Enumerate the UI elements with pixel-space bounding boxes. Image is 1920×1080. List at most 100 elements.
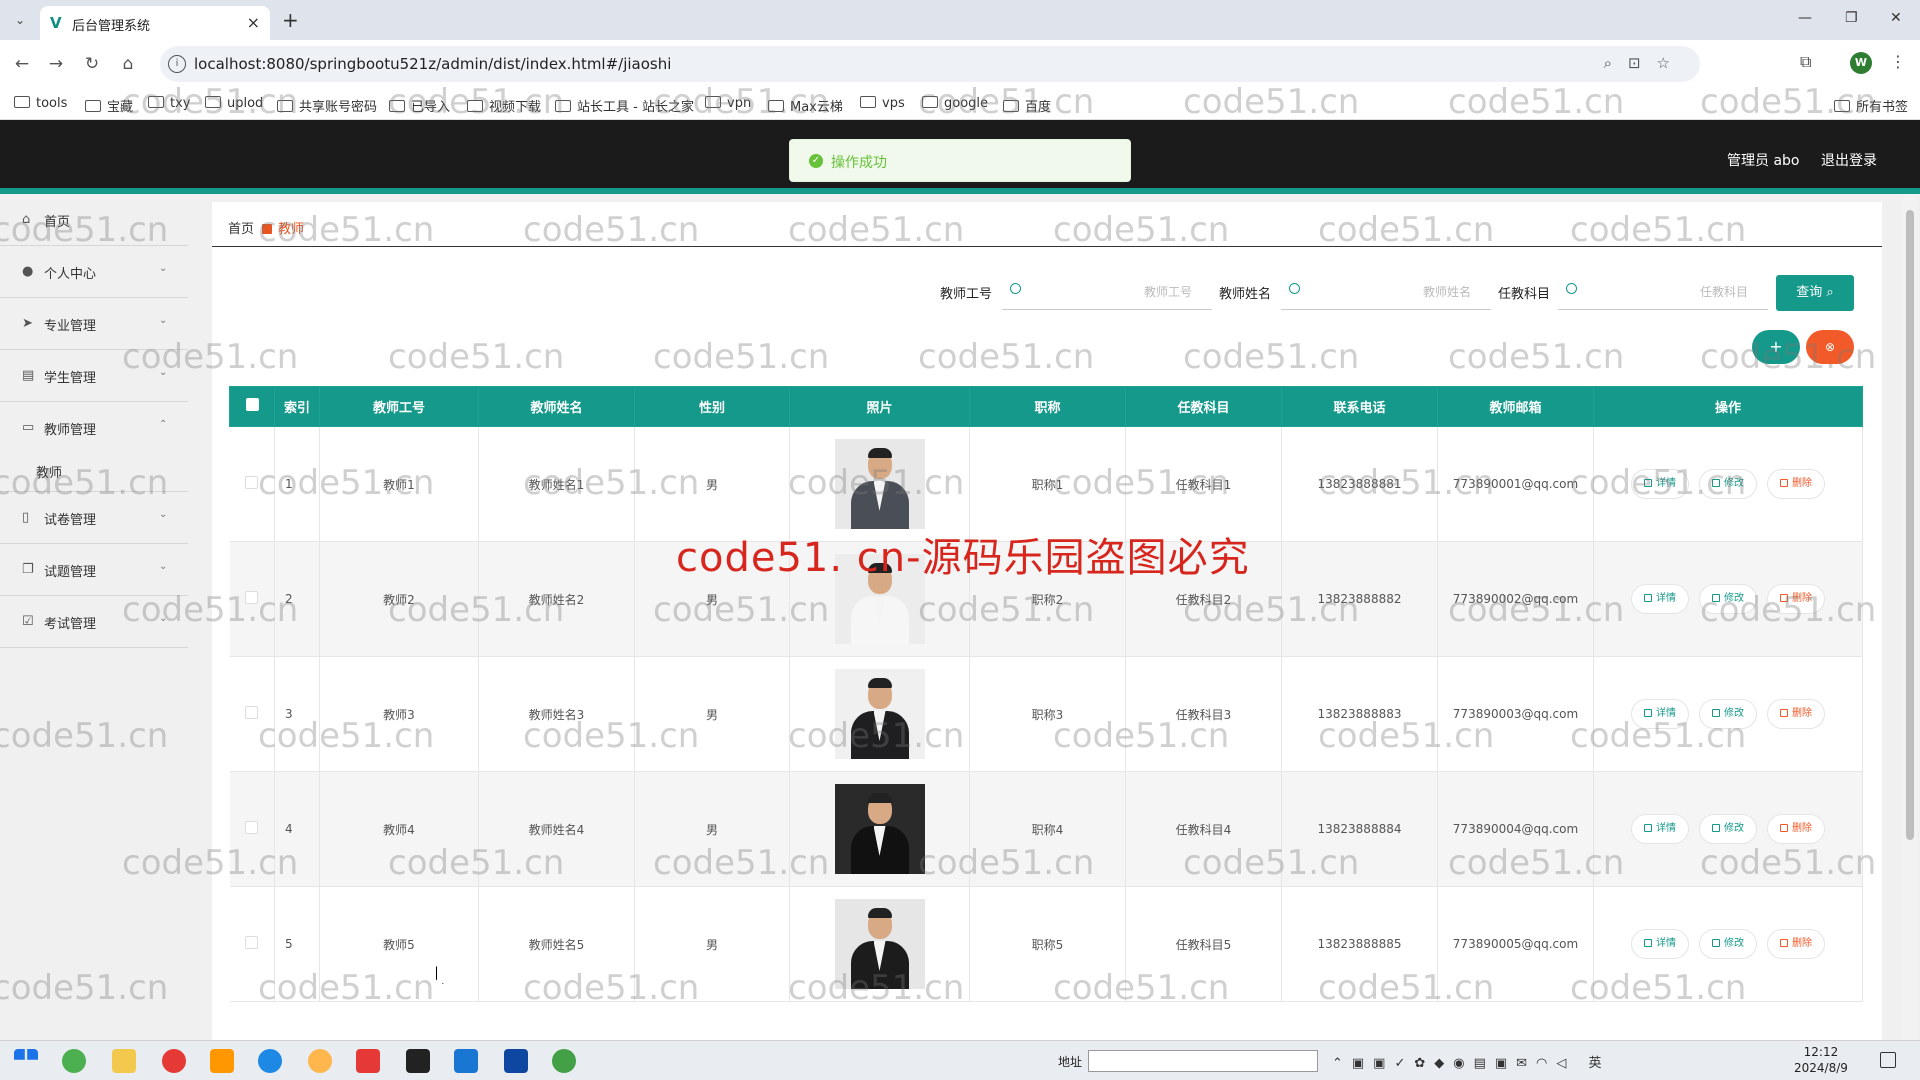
detail-button[interactable]: 详情 — [1631, 814, 1689, 844]
bookmark-item[interactable]: vps — [860, 96, 905, 111]
search-input-teacher-id[interactable] — [1002, 274, 1212, 310]
taskbar-address-input[interactable] — [1088, 1050, 1318, 1072]
bookmark-item[interactable]: 宝藏 — [85, 96, 133, 115]
search-field-teacher-id[interactable] — [1030, 282, 1192, 302]
bookmark-item[interactable]: Max云梯 — [768, 96, 843, 115]
minimize-icon[interactable]: — — [1798, 10, 1812, 26]
breadcrumb-home[interactable]: 首页 — [228, 222, 254, 237]
column-header: 任教科目 — [1125, 386, 1282, 427]
url-action-icons[interactable]: ⌕⊡☆ — [1604, 54, 1686, 72]
query-button[interactable]: 查询 ⌕ — [1776, 275, 1854, 311]
cell-teacher-name: 教师姓名2 — [478, 541, 635, 657]
checkbox-icon[interactable] — [245, 398, 259, 411]
search-field-teacher-name[interactable] — [1309, 282, 1471, 302]
back-icon[interactable]: ← — [10, 52, 34, 76]
detail-button[interactable]: 详情 — [1631, 469, 1689, 499]
bookmark-item[interactable]: 站长工具 - 站长之家 — [555, 96, 694, 115]
search-field-subject[interactable] — [1586, 282, 1748, 302]
delete-button[interactable]: 删除 — [1767, 814, 1825, 844]
bookmark-item[interactable]: 已导入 — [389, 96, 450, 115]
bookmark-item[interactable]: google — [922, 96, 988, 111]
row-checkbox[interactable] — [245, 476, 259, 489]
edit-button[interactable]: 修改 — [1699, 584, 1757, 614]
url-input[interactable]: i localhost:8080/springbootu521z/admin/d… — [160, 46, 1700, 82]
wechat-icon[interactable] — [552, 1049, 576, 1073]
select-all-checkbox[interactable] — [229, 386, 275, 427]
reload-icon[interactable]: ↻ — [80, 52, 104, 76]
sidebar-item-home[interactable]: ⌂ 首页 — [0, 194, 188, 246]
browser-app-icon[interactable] — [62, 1049, 86, 1073]
detail-button[interactable]: 详情 — [1631, 699, 1689, 729]
row-checkbox-cell[interactable] — [229, 771, 275, 887]
sidebar-item-profile[interactable]: ● 个人中心 ⌄ — [0, 246, 188, 298]
forward-icon[interactable]: → — [44, 52, 68, 76]
edit-button[interactable]: 修改 — [1699, 469, 1757, 499]
vscode-icon[interactable] — [504, 1049, 528, 1073]
bookmark-item[interactable]: tools — [14, 96, 67, 111]
add-button[interactable]: + — [1752, 330, 1800, 364]
sidebar-subitem-teacher[interactable]: 教师 — [0, 448, 188, 492]
sidebar-item-major[interactable]: ➤ 专业管理 ⌄ — [0, 298, 188, 350]
edge-icon[interactable] — [258, 1049, 282, 1073]
logout-link[interactable]: 退出登录 — [1821, 150, 1877, 170]
edit-button[interactable]: 修改 — [1699, 814, 1757, 844]
home-icon[interactable]: ⌂ — [116, 52, 140, 76]
sidebar-item-questions[interactable]: ❐ 试题管理 ⌄ — [0, 544, 188, 596]
batch-delete-button[interactable]: ⊗ — [1806, 330, 1854, 364]
sublime-icon[interactable] — [210, 1049, 234, 1073]
bookmark-item[interactable]: 百度 — [1003, 96, 1051, 115]
browser-menu-icon[interactable]: ⋮ — [1890, 52, 1906, 71]
system-tray-icons[interactable]: ⌃▣▣✓✿◆◉▤▣✉◠◁ 英 — [1332, 1052, 1611, 1071]
profile-avatar[interactable]: W — [1850, 52, 1872, 74]
row-checkbox[interactable] — [245, 936, 259, 949]
delete-button[interactable]: 删除 — [1767, 929, 1825, 959]
browser-tab-active[interactable]: V 后台管理系统 × — [40, 6, 270, 40]
page-scrollbar-thumb[interactable] — [1906, 210, 1914, 840]
row-checkbox-cell[interactable] — [229, 426, 275, 542]
search-input-subject[interactable] — [1558, 274, 1768, 310]
detail-button[interactable]: 详情 — [1631, 584, 1689, 614]
close-window-icon[interactable]: ✕ — [1890, 10, 1902, 26]
editor-icon[interactable] — [454, 1049, 478, 1073]
notification-icon[interactable] — [1880, 1052, 1896, 1068]
delete-button[interactable]: 删除 — [1767, 469, 1825, 499]
bookmark-item[interactable]: uplod — [205, 96, 263, 111]
sidebar-item-exams[interactable]: ☑ 考试管理 ⌄ — [0, 596, 188, 648]
wps-icon[interactable] — [356, 1049, 380, 1073]
sidebar-item-students[interactable]: ▤ 学生管理 ⌄ — [0, 350, 188, 402]
new-tab-icon[interactable]: + — [282, 8, 299, 32]
row-checkbox-cell[interactable] — [229, 886, 275, 1002]
row-checkbox[interactable] — [245, 821, 259, 834]
row-checkbox[interactable] — [245, 706, 259, 719]
column-header: 教师工号 — [319, 386, 479, 427]
detail-button[interactable]: 详情 — [1631, 929, 1689, 959]
app-icon[interactable] — [308, 1049, 332, 1073]
restore-icon[interactable]: ❐ — [1845, 10, 1858, 26]
delete-button[interactable]: 删除 — [1767, 584, 1825, 614]
intellij-icon[interactable] — [406, 1049, 430, 1073]
sidebar-item-papers[interactable]: ▯ 试卷管理 ⌄ — [0, 492, 188, 544]
row-checkbox-cell[interactable] — [229, 656, 275, 772]
file-explorer-icon[interactable] — [112, 1049, 136, 1073]
tab-close-icon[interactable]: × — [247, 13, 260, 32]
bookmark-item[interactable]: 视频下载 — [467, 96, 541, 115]
bookmark-item[interactable]: 共享账号密码 — [277, 96, 377, 115]
sidebar-item-teachers[interactable]: ▭ 教师管理 ⌃ — [0, 402, 188, 454]
ime-indicator[interactable]: 英 — [1589, 1056, 1611, 1071]
bookmark-item[interactable]: txy — [148, 96, 190, 111]
row-checkbox[interactable] — [245, 591, 259, 604]
chrome-icon[interactable] — [162, 1049, 186, 1073]
tab-search-dropdown-icon[interactable]: ⌄ — [8, 8, 32, 32]
row-checkbox-cell[interactable] — [229, 541, 275, 657]
start-icon[interactable] — [14, 1049, 38, 1060]
cell-email: 773890001@qq.com — [1437, 426, 1594, 542]
clock[interactable]: 12:12 2024/8/9 — [1794, 1044, 1848, 1076]
edit-button[interactable]: 修改 — [1699, 699, 1757, 729]
search-input-teacher-name[interactable] — [1281, 274, 1491, 310]
extensions-icon[interactable]: ⧉ — [1800, 52, 1811, 72]
edit-button[interactable]: 修改 — [1699, 929, 1757, 959]
bookmark-item[interactable]: vpn — [705, 96, 751, 111]
site-info-icon[interactable]: i — [168, 55, 186, 73]
all-bookmarks[interactable]: 所有书签 — [1834, 96, 1908, 115]
delete-button[interactable]: 删除 — [1767, 699, 1825, 729]
